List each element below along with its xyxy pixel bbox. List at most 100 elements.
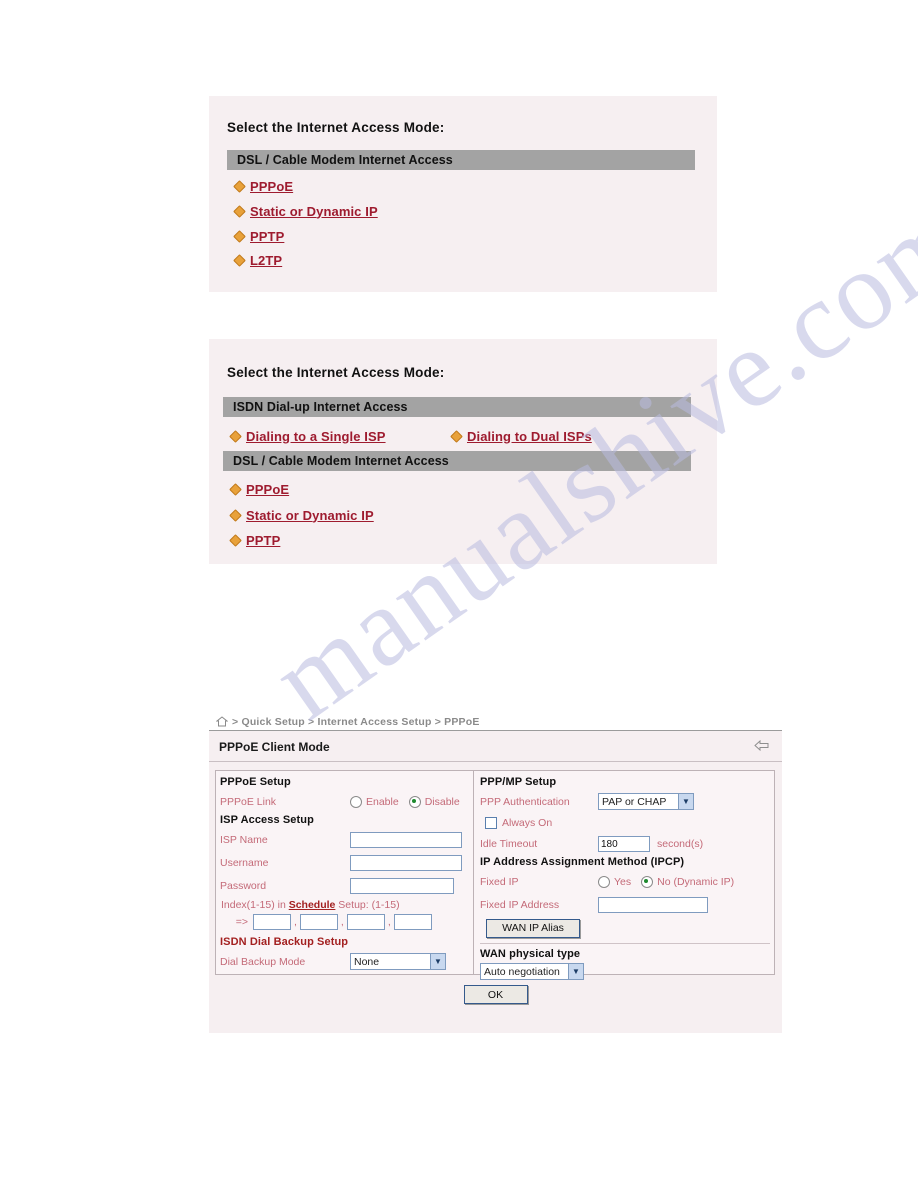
radio-icon: [598, 875, 610, 888]
back-arrow-icon[interactable]: [754, 738, 770, 756]
label-fixed-ip-address: Fixed IP Address: [480, 898, 560, 911]
radio-pppoe-link-enable[interactable]: Enable: [350, 795, 399, 808]
bullet-icon: [233, 204, 246, 218]
ok-button[interactable]: OK: [463, 985, 528, 1004]
link-row-static-dynamic-ip[interactable]: Static or Dynamic IP: [233, 199, 378, 223]
link-row-pptp[interactable]: PPTP: [229, 528, 281, 552]
radio-label: Enable: [366, 795, 399, 808]
group-header-pppoe-setup: PPPoE Setup: [220, 776, 291, 788]
bullet-icon: [229, 482, 242, 496]
link-row-dialing-dual-isps[interactable]: Dialing to Dual ISPs: [450, 424, 592, 448]
label-dial-backup-mode: Dial Backup Mode: [220, 955, 306, 968]
chevron-down-icon: ▼: [678, 794, 693, 809]
link-dialing-to-a-single-isp[interactable]: Dialing to a Single ISP: [229, 428, 386, 444]
panel-one-title: Select the Internet Access Mode:: [227, 120, 445, 135]
username-input[interactable]: [350, 854, 462, 871]
link-row-pppoe[interactable]: PPPoE: [229, 477, 290, 501]
always-on-checkbox[interactable]: [485, 816, 497, 829]
link-row-static-dynamic-ip[interactable]: Static or Dynamic IP: [229, 503, 374, 527]
isp-name-input[interactable]: [350, 831, 462, 848]
field-fixed-ip: Fixed IP Yes No (Dynamic IP): [480, 870, 774, 893]
schedule-index-row: => , , ,: [220, 912, 473, 932]
link-pptp[interactable]: PPTP: [233, 228, 285, 244]
radio-fixed-ip-no-dynamic[interactable]: No (Dynamic IP): [641, 875, 734, 888]
link-static-or-dynamic-ip[interactable]: Static or Dynamic IP: [229, 507, 374, 523]
radio-pppoe-link-disable[interactable]: Disable: [408, 795, 460, 808]
ppp-authentication-value: PAP or CHAP: [602, 795, 667, 808]
label-pppoe-link: PPPoE Link: [220, 795, 277, 808]
radio-icon-selected: [641, 875, 654, 888]
schedule-separator: ,: [294, 916, 297, 928]
radio-label: Disable: [424, 795, 460, 808]
ppp-authentication-select[interactable]: PAP or CHAP ▼: [598, 793, 694, 810]
form-column-left: PPPoE Setup PPPoE Link Enable Disable IS…: [216, 771, 474, 974]
field-always-on[interactable]: Always On: [480, 813, 774, 832]
panel-two-title: Select the Internet Access Mode:: [227, 365, 445, 380]
link-l2tp[interactable]: L2TP: [233, 252, 283, 268]
breadcrumb: > Quick Setup > Internet Access Setup > …: [209, 713, 782, 731]
field-isp-name: ISP Name: [220, 828, 473, 851]
bullet-icon: [450, 429, 463, 443]
link-row-l2tp[interactable]: L2TP: [233, 248, 283, 272]
field-fixed-ip-address: Fixed IP Address: [480, 893, 774, 916]
group-header-isdn-dial-backup: ISDN Dial Backup Setup: [220, 936, 349, 948]
schedule-suffix: Setup: (1-15): [335, 899, 400, 911]
home-icon[interactable]: [216, 716, 228, 727]
fixed-ip-address-input[interactable]: [598, 896, 708, 913]
link-schedule[interactable]: Schedule: [289, 899, 336, 911]
schedule-index-input-4[interactable]: [393, 914, 432, 930]
dial-backup-mode-select[interactable]: None ▼: [350, 953, 446, 970]
group-header-ipcp: IP Address Assignment Method (IPCP): [480, 856, 685, 868]
link-label: L2TP: [250, 252, 283, 268]
link-pppoe[interactable]: PPPoE: [229, 481, 290, 497]
schedule-index-input-2[interactable]: [299, 914, 338, 930]
form-actions: OK: [209, 985, 782, 1004]
link-static-or-dynamic-ip[interactable]: Static or Dynamic IP: [233, 203, 378, 219]
schedule-index-input-3[interactable]: [346, 914, 385, 930]
field-pppoe-link: PPPoE Link Enable Disable: [220, 790, 473, 813]
link-pppoe[interactable]: PPPoE: [233, 178, 294, 194]
group-header-isp-access-setup: ISP Access Setup: [220, 814, 314, 826]
form-column-right: PPP/MP Setup PPP Authentication PAP or C…: [474, 771, 774, 980]
schedule-index-input-1[interactable]: [253, 914, 291, 930]
schedule-setup-note: Index(1-15) in Schedule Setup: (1-15): [221, 899, 473, 911]
chevron-down-icon: ▼: [568, 964, 583, 979]
link-label: Static or Dynamic IP: [250, 203, 378, 219]
link-label: PPTP: [246, 532, 281, 548]
dial-backup-mode-value: None: [354, 955, 380, 968]
screenshot-panel-internet-access-mode-dsl: Select the Internet Access Mode: DSL / C…: [209, 96, 717, 292]
label-isp-name: ISP Name: [220, 833, 268, 846]
bullet-icon: [229, 533, 242, 547]
label-username: Username: [220, 856, 269, 869]
link-label: Dialing to Dual ISPs: [467, 428, 592, 444]
section-header-dsl-cable: DSL / Cable Modem Internet Access: [227, 150, 695, 170]
chevron-down-icon: ▼: [430, 954, 445, 969]
radio-fixed-ip-yes[interactable]: Yes: [598, 875, 631, 888]
divider: [480, 942, 770, 944]
wan-ip-alias-button[interactable]: WAN IP Alias: [486, 918, 580, 938]
password-input[interactable]: [350, 877, 454, 894]
link-row-dialing-single-isp[interactable]: Dialing to a Single ISP: [229, 424, 386, 448]
field-idle-timeout: Idle Timeout 180 second(s): [480, 832, 774, 855]
radio-icon-selected: [408, 795, 421, 808]
link-row-pppoe[interactable]: PPPoE: [233, 174, 294, 198]
link-label: Static or Dynamic IP: [246, 507, 374, 523]
wan-physical-type-value: Auto negotiation: [484, 965, 560, 978]
field-password: Password: [220, 874, 473, 897]
link-label: Dialing to a Single ISP: [246, 428, 386, 444]
link-label: PPTP: [250, 228, 285, 244]
link-label: PPPoE: [250, 178, 294, 194]
link-row-pptp[interactable]: PPTP: [233, 224, 285, 248]
link-label: PPPoE: [246, 481, 290, 497]
link-dialing-to-dual-isps[interactable]: Dialing to Dual ISPs: [450, 428, 592, 444]
pppoe-form: PPPoE Setup PPPoE Link Enable Disable IS…: [215, 770, 775, 980]
wan-physical-type-select[interactable]: Auto negotiation ▼: [480, 963, 584, 980]
label-idle-timeout: Idle Timeout: [480, 837, 538, 850]
field-dial-backup-mode: Dial Backup Mode None ▼: [220, 950, 473, 973]
breadcrumb-text: > Quick Setup > Internet Access Setup > …: [232, 715, 480, 728]
group-header-ppp-mp-setup: PPP/MP Setup: [480, 776, 557, 788]
idle-timeout-input[interactable]: 180: [598, 835, 650, 852]
link-pptp[interactable]: PPTP: [229, 532, 281, 548]
schedule-arrow: =>: [235, 916, 248, 928]
field-username: Username: [220, 851, 473, 874]
